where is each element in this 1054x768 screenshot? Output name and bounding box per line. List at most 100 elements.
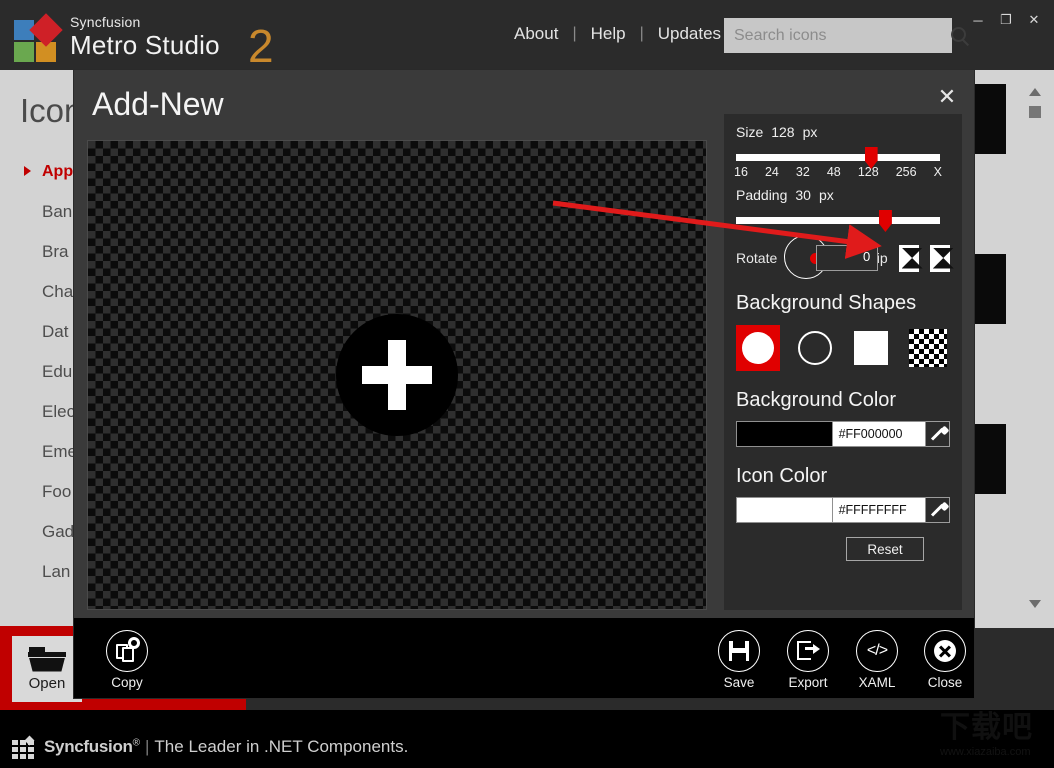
footer-tagline-text: The Leader in .NET Components. (154, 737, 409, 756)
menu-item-about[interactable]: About (500, 24, 572, 44)
icon-preview-canvas[interactable] (87, 140, 707, 610)
settings-panel: Size 128 px 16 24 32 48 128 256 X Paddin… (724, 114, 962, 610)
size-tick[interactable]: X (934, 165, 942, 179)
scroll-up-arrow-icon[interactable] (1029, 88, 1041, 96)
size-tick[interactable]: 48 (827, 165, 841, 179)
size-tick[interactable]: 256 (896, 165, 917, 179)
background-shapes-title: Background Shapes (736, 292, 917, 314)
xaml-button-label: XAML (858, 675, 896, 690)
background-eyedropper-icon[interactable] (925, 421, 950, 447)
search-icon[interactable] (943, 19, 966, 52)
transparent-shape[interactable] (906, 325, 950, 371)
reset-button[interactable]: Reset (846, 537, 924, 561)
size-tick[interactable]: 16 (734, 165, 748, 179)
category-label: Edu (42, 362, 73, 381)
window-controls: ─ ❐ ✕ (964, 8, 1048, 32)
category-label: Ban (42, 202, 73, 221)
brand-text: Syncfusion Metro Studio 2 (70, 14, 274, 70)
copy-button-label: Copy (111, 675, 143, 690)
plus-icon (336, 314, 458, 436)
size-label: Size (736, 124, 764, 140)
close-button[interactable]: Close (910, 630, 980, 690)
flip-horizontal-icon[interactable] (898, 244, 923, 272)
title-bar: Syncfusion Metro Studio 2 About | Help |… (0, 0, 1054, 70)
search-box[interactable] (724, 18, 966, 53)
export-button[interactable]: Export (773, 630, 843, 690)
close-button-label: Close (927, 675, 963, 690)
add-new-dialog: Add-New ✕ Size 128 px 16 24 32 48 128 25… (74, 70, 974, 698)
outline-circle-shape[interactable] (793, 325, 837, 371)
category-label: Bra (42, 242, 69, 261)
padding-value: 30 (795, 187, 811, 203)
size-tick[interactable]: 24 (765, 165, 779, 179)
search-input[interactable] (724, 19, 943, 52)
export-button-label: Export (788, 675, 828, 690)
copy-icon (106, 630, 148, 672)
save-button-label: Save (723, 675, 755, 690)
xaml-button[interactable]: </> XAML (842, 630, 912, 690)
footer-registered: ® (132, 737, 140, 749)
footer-brand: Syncfusion (44, 737, 133, 756)
logo-square-green (14, 42, 34, 62)
category-label: Foo (42, 482, 72, 501)
xaml-glyph: </> (866, 642, 888, 659)
menu-item-updates[interactable]: Updates (644, 24, 735, 44)
icon-color-title: Icon Color (736, 465, 828, 487)
scrollbar-thumb[interactable] (1029, 106, 1041, 118)
category-label: Dat (42, 322, 69, 341)
padding-slider-knob[interactable] (878, 210, 892, 232)
size-tick[interactable]: 32 (796, 165, 810, 179)
category-label: Eme (42, 442, 77, 461)
background-color-title: Background Color (736, 389, 897, 411)
padding-label: Padding (736, 187, 788, 203)
background-color-swatch[interactable] (736, 421, 833, 447)
size-value: 128 (771, 124, 795, 140)
rotate-value-input[interactable]: 0 (816, 245, 879, 271)
scroll-down-arrow-icon[interactable] (1029, 600, 1041, 608)
background-shapes-options (736, 325, 950, 371)
footer-tagline: Syncfusion® | The Leader in .NET Component… (44, 737, 408, 757)
dialog-close-icon[interactable]: ✕ (928, 78, 966, 116)
footer-bar: Syncfusion® | The Leader in .NET Component… (0, 710, 1054, 768)
copy-button[interactable]: Copy (92, 630, 162, 690)
size-tick-labels: 16 24 32 48 128 256 X (734, 165, 942, 179)
dialog-toolbar: Copy Save Export </> XAML Close (74, 618, 974, 698)
icon-color-hex-input[interactable]: #FFFFFFFF (832, 497, 926, 523)
top-menu: About | Help | Updates (500, 24, 735, 44)
category-label: Elec (42, 402, 76, 421)
size-slider[interactable] (736, 147, 940, 169)
maximize-icon[interactable]: ❐ (992, 8, 1020, 32)
category-label: Cha (42, 282, 74, 301)
minimize-icon[interactable]: ─ (964, 8, 992, 32)
close-circle-icon (924, 630, 966, 672)
icon-color-swatch[interactable] (736, 497, 833, 523)
rotate-dial[interactable]: 0 (784, 235, 879, 279)
category-label: App (42, 163, 74, 180)
flip-vertical-icon[interactable] (929, 244, 954, 272)
dialog-title: Add-New (92, 86, 224, 122)
xaml-icon: </> (856, 630, 898, 672)
category-label: Lan (42, 562, 71, 581)
size-unit: px (802, 124, 818, 140)
size-tick[interactable]: 128 (858, 165, 879, 179)
category-label: Gad (42, 522, 75, 541)
menu-item-help[interactable]: Help (577, 24, 640, 44)
padding-row: Padding 30 px (736, 187, 950, 203)
background-color-hex-input[interactable]: #FF000000 (832, 421, 926, 447)
icon-eyedropper-icon[interactable] (925, 497, 950, 523)
padding-unit: px (818, 187, 834, 203)
square-shape[interactable] (850, 325, 894, 371)
vertical-scrollbar[interactable] (1020, 78, 1048, 618)
brand-company: Syncfusion (70, 14, 141, 30)
close-icon[interactable]: ✕ (1020, 8, 1048, 32)
brand-version: 2 (248, 20, 274, 72)
rotate-label: Rotate (736, 250, 778, 266)
syncfusion-logo (14, 12, 63, 62)
save-button[interactable]: Save (704, 630, 774, 690)
logo-diamond-red (29, 13, 63, 47)
rotate-flip-row: Rotate 0 Flip (736, 235, 954, 279)
footer-separator: | (145, 737, 150, 756)
padding-slider[interactable] (736, 210, 940, 232)
size-row: Size 128 px (736, 124, 950, 140)
filled-circle-shape[interactable] (736, 325, 780, 371)
